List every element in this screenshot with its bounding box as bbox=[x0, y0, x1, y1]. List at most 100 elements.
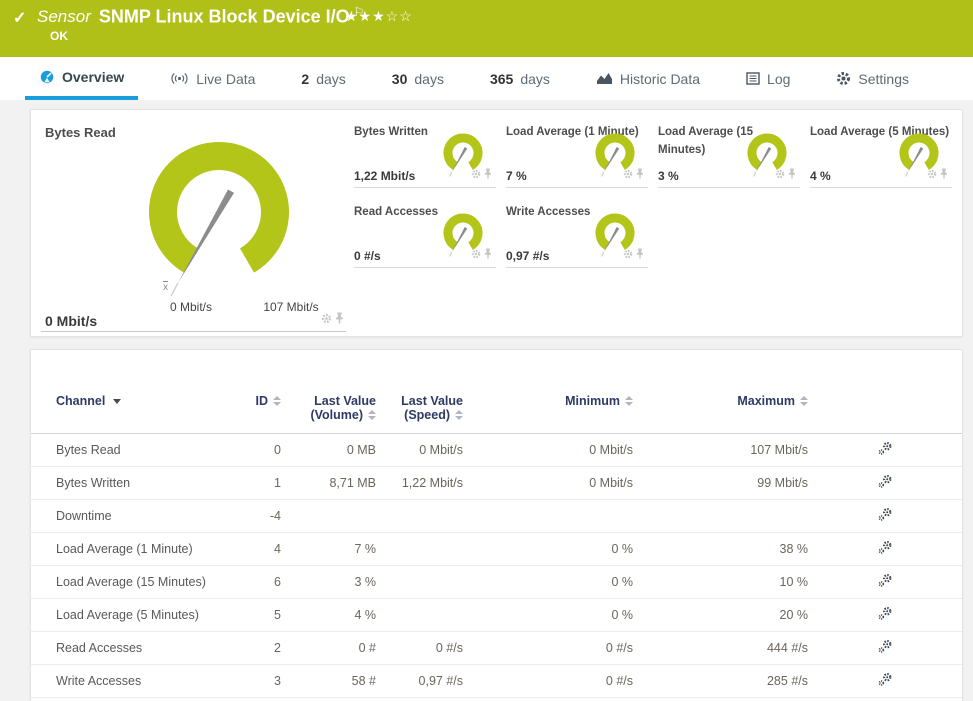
tab-365-days-label: days bbox=[520, 71, 550, 87]
table-row[interactable]: Load Average (1 Minute) 4 7 % 0 % 38 % bbox=[31, 533, 962, 566]
channel-name[interactable]: Bytes Written bbox=[31, 476, 241, 490]
gauge-gear-icon[interactable] bbox=[623, 246, 633, 264]
gauge-pin-icon[interactable] bbox=[636, 246, 644, 264]
gauge-gear-icon[interactable] bbox=[321, 311, 332, 329]
tab-live-data[interactable]: Live Data bbox=[156, 57, 269, 100]
gauge-scale-min: 0 Mbit/s bbox=[146, 300, 236, 314]
tab-overview-label: Overview bbox=[62, 69, 124, 85]
small-gauges-grid: Bytes Written 1,22 Mbit/s Load Average (… bbox=[354, 122, 952, 336]
channel-settings-icon[interactable] bbox=[878, 606, 893, 624]
channel-name[interactable]: Bytes Read bbox=[31, 443, 241, 457]
gauge-current-value: 3 % bbox=[658, 169, 679, 183]
channel-settings-icon[interactable] bbox=[878, 573, 893, 591]
gauge-pin-icon[interactable] bbox=[484, 246, 492, 264]
gauge-tile-write-accesses: Write Accesses 0,97 #/s bbox=[506, 202, 648, 268]
tab-2-days-label: days bbox=[316, 71, 346, 87]
column-header-last-value-volume[interactable]: Last Value(Volume) bbox=[281, 394, 376, 422]
gauge-tile-load-average-5-minutes: Load Average (5 Minutes) 4 % bbox=[810, 122, 952, 188]
channel-name[interactable]: Load Average (1 Minute) bbox=[31, 542, 241, 556]
page-title: SNMP Linux Block Device I/O bbox=[99, 6, 350, 26]
tab-historic-data[interactable]: Historic Data bbox=[582, 57, 714, 100]
sensor-header: ✓ SensorSNMP Linux Block Device I/O⚐ ★★★… bbox=[0, 0, 973, 57]
channel-settings-icon[interactable] bbox=[878, 507, 893, 525]
page-content: Bytes Read x 0 Mbit/s 107 Mbit/s 0 Mbit/… bbox=[0, 100, 973, 701]
gauge-title: Write Accesses bbox=[506, 204, 590, 218]
table-row[interactable]: Bytes Read 0 0 MB 0 Mbit/s 0 Mbit/s 107 … bbox=[31, 434, 962, 467]
column-header-id[interactable]: ID bbox=[241, 394, 281, 408]
channel-name[interactable]: Write Accesses bbox=[31, 674, 241, 688]
gauge-pin-icon[interactable] bbox=[636, 166, 644, 184]
channel-name[interactable]: Downtime bbox=[31, 509, 241, 523]
gauge-title: Load Average (15 Minutes) bbox=[658, 124, 753, 156]
status-check-icon: ✓ bbox=[13, 8, 26, 28]
log-document-icon bbox=[746, 72, 760, 85]
tab-log-label: Log bbox=[767, 71, 790, 87]
tab-30-days-label: days bbox=[414, 71, 444, 87]
column-header-channel[interactable]: Channel bbox=[31, 394, 241, 408]
gauge-current-value: 0 Mbit/s bbox=[45, 313, 97, 329]
table-row[interactable]: Downtime -4 bbox=[31, 500, 962, 533]
gauge-pin-icon[interactable] bbox=[335, 311, 344, 329]
channel-settings-icon[interactable] bbox=[878, 441, 893, 459]
column-header-minimum[interactable]: Minimum bbox=[463, 394, 633, 408]
channel-settings-icon[interactable] bbox=[878, 639, 893, 657]
channel-table-header: Channel ID Last Value(Volume) Last Value… bbox=[31, 388, 962, 434]
table-row[interactable]: Load Average (5 Minutes) 5 4 % 0 % 20 % bbox=[31, 599, 962, 632]
gauge-icon bbox=[39, 69, 55, 85]
gauge-gear-icon[interactable] bbox=[471, 166, 481, 184]
table-row[interactable]: Bytes Written 1 8,71 MB 1,22 Mbit/s 0 Mb… bbox=[31, 467, 962, 500]
tab-365-days[interactable]: 365 days bbox=[476, 57, 564, 100]
gauge-tile-load-average-15-minutes: Load Average (15 Minutes) 3 % bbox=[658, 122, 800, 188]
stars-filled: ★★★ bbox=[345, 8, 386, 24]
gauge-current-value: 0,97 #/s bbox=[506, 249, 549, 263]
gauge-current-value: 4 % bbox=[810, 169, 831, 183]
sensor-title-line: SensorSNMP Linux Block Device I/O⚐ bbox=[37, 5, 364, 27]
column-header-maximum[interactable]: Maximum bbox=[633, 394, 808, 408]
table-row[interactable]: Read Accesses 2 0 # 0 #/s 0 #/s 444 #/s bbox=[31, 632, 962, 665]
tab-2-days-number: 2 bbox=[301, 71, 309, 87]
gauge-gear-icon[interactable] bbox=[471, 246, 481, 264]
channel-name[interactable]: Load Average (15 Minutes) bbox=[31, 575, 241, 589]
channel-name[interactable]: Read Accesses bbox=[31, 641, 241, 655]
gauges-panel: Bytes Read x 0 Mbit/s 107 Mbit/s 0 Mbit/… bbox=[30, 109, 963, 337]
gauge-current-value: 0 #/s bbox=[354, 249, 381, 263]
gauge-gear-icon[interactable] bbox=[623, 166, 633, 184]
sort-arrows-icon bbox=[273, 396, 281, 406]
gauge-tile-read-accesses: Read Accesses 0 #/s bbox=[354, 202, 496, 268]
table-row[interactable]: Load Average (15 Minutes) 6 3 % 0 % 10 % bbox=[31, 566, 962, 599]
tab-30-days-number: 30 bbox=[392, 71, 408, 87]
gauge-pin-icon[interactable] bbox=[788, 166, 796, 184]
sort-arrows-icon bbox=[800, 396, 808, 406]
channel-settings-icon[interactable] bbox=[878, 540, 893, 558]
stars-empty: ☆☆ bbox=[386, 8, 413, 24]
tab-settings[interactable]: Settings bbox=[822, 57, 923, 100]
gauge-current-value: 7 % bbox=[506, 169, 527, 183]
status-badge: OK bbox=[50, 29, 68, 43]
gauge-gear-icon[interactable] bbox=[927, 166, 937, 184]
tab-overview[interactable]: Overview bbox=[25, 57, 138, 100]
gauge-tile-load-average-1-minute: Load Average (1 Minute) 7 % bbox=[506, 122, 648, 188]
tab-log[interactable]: Log bbox=[732, 57, 804, 100]
gear-icon bbox=[836, 71, 851, 86]
priority-stars[interactable]: ★★★☆☆ bbox=[345, 8, 413, 25]
gauge-pin-icon[interactable] bbox=[484, 166, 492, 184]
gauge-current-value: 1,22 Mbit/s bbox=[354, 169, 415, 183]
broadcast-icon bbox=[170, 72, 189, 85]
gauge-tile-bytes-read: Bytes Read x 0 Mbit/s 107 Mbit/s 0 Mbit/… bbox=[41, 122, 346, 332]
channel-settings-icon[interactable] bbox=[878, 474, 893, 492]
column-header-last-value-speed[interactable]: Last Value(Speed) bbox=[376, 394, 463, 422]
table-row[interactable]: Write Accesses 3 58 # 0,97 #/s 0 #/s 285… bbox=[31, 665, 962, 698]
area-chart-icon bbox=[596, 72, 613, 85]
tab-settings-label: Settings bbox=[858, 71, 909, 87]
channel-settings-icon[interactable] bbox=[878, 672, 893, 690]
tab-live-data-label: Live Data bbox=[196, 71, 255, 87]
gauge-gear-icon[interactable] bbox=[775, 166, 785, 184]
tab-bar: Overview Live Data 2 days 30 days 365 da… bbox=[0, 57, 973, 100]
tab-365-days-number: 365 bbox=[490, 71, 513, 87]
gauge-title: Bytes Written bbox=[354, 124, 428, 138]
channel-table-panel: Channel ID Last Value(Volume) Last Value… bbox=[30, 349, 963, 701]
gauge-pin-icon[interactable] bbox=[940, 166, 948, 184]
channel-name[interactable]: Load Average (5 Minutes) bbox=[31, 608, 241, 622]
tab-30-days[interactable]: 30 days bbox=[378, 57, 458, 100]
tab-2-days[interactable]: 2 days bbox=[287, 57, 359, 100]
